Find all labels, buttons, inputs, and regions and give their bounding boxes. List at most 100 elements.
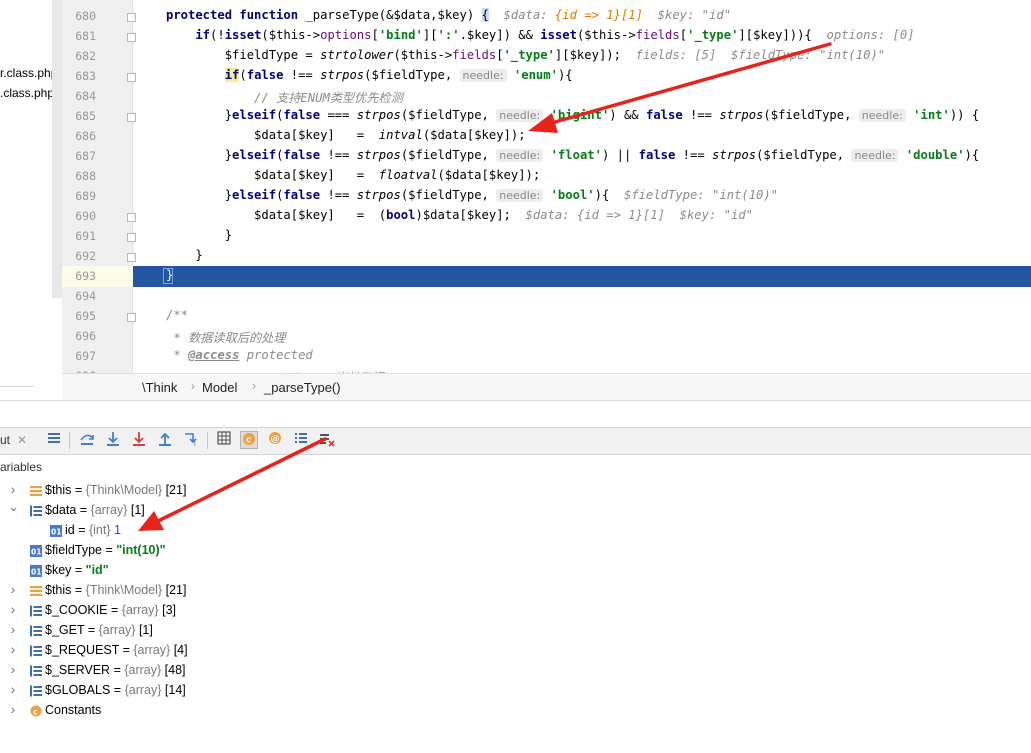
- variable-name: $fieldType: [45, 543, 102, 557]
- variable-row[interactable]: ⌄ $data = {array} [1]: [0, 499, 1031, 521]
- code-line[interactable]: }elseif(false !== strpos($fieldType, nee…: [166, 148, 979, 162]
- list-icon[interactable]: [292, 431, 310, 449]
- code-line[interactable]: if(!isset($this->options['bind'][':'.$ke…: [166, 28, 915, 42]
- code-token: @access: [188, 348, 240, 362]
- code-token: ($this->: [393, 48, 453, 62]
- panel-divider[interactable]: [52, 0, 62, 298]
- code-token: elseif: [232, 188, 277, 202]
- fold-marker-icon[interactable]: [127, 33, 136, 42]
- code-line[interactable]: }elseif(false !== strpos($fieldType, nee…: [166, 188, 778, 202]
- step-into-icon[interactable]: [104, 431, 122, 449]
- code-line[interactable]: if(false !== strpos($fieldType, needle: …: [166, 68, 573, 82]
- svg-text:01: 01: [31, 568, 41, 577]
- variable-row[interactable]: 01 $key = "id": [0, 561, 1031, 581]
- code-line[interactable]: }: [166, 228, 232, 242]
- chevron-right-icon[interactable]: ›: [8, 681, 18, 697]
- variable-name: $GLOBALS: [45, 683, 111, 697]
- code-token: strpos: [356, 108, 401, 122]
- run-to-cursor-icon[interactable]: I: [182, 431, 200, 449]
- code-line[interactable]: // 支持ENUM类型优先检测: [166, 88, 403, 106]
- chevron-down-icon[interactable]: ⌄: [8, 499, 19, 515]
- code-token: false: [246, 68, 284, 82]
- code-line[interactable]: $fieldType = strtolower($this->fields['_…: [166, 48, 885, 62]
- code-line[interactable]: }: [166, 248, 203, 262]
- code-line[interactable]: protected function _parseType(&$data,$ke…: [166, 8, 731, 22]
- code-token: }: [166, 248, 203, 262]
- fold-marker-icon[interactable]: [127, 313, 136, 322]
- code-token: fields: [452, 48, 497, 62]
- code-token: ($data[$key]);: [422, 128, 526, 142]
- project-file-item[interactable]: r.class.php: [0, 66, 57, 80]
- chevron-right-icon[interactable]: ›: [8, 601, 18, 617]
- close-tab-icon[interactable]: ✕: [13, 431, 31, 449]
- text-caret: [163, 268, 173, 284]
- variable-label: $GLOBALS = {array} [14]: [45, 683, 186, 697]
- chevron-right-icon[interactable]: ›: [8, 701, 18, 717]
- variable-type: {Think\Model}: [85, 483, 163, 497]
- variable-label: id = {int} 1: [65, 523, 121, 537]
- code-token: ){: [964, 148, 980, 162]
- variable-row[interactable]: 01 id = {int} 1: [0, 521, 1031, 541]
- fold-marker-icon[interactable]: [127, 113, 136, 122]
- clear-icon[interactable]: [318, 431, 336, 449]
- code-token: 'bool': [550, 188, 595, 202]
- debug-tab-label[interactable]: ut: [0, 433, 10, 447]
- fold-marker-icon[interactable]: [127, 13, 136, 22]
- step-out-icon[interactable]: [156, 431, 174, 449]
- code-token: [: [679, 28, 688, 42]
- evaluate-icon[interactable]: [215, 431, 233, 449]
- variable-row[interactable]: 01 $fieldType = "int(10)": [0, 541, 1031, 561]
- chevron-right-icon[interactable]: ›: [8, 641, 18, 657]
- breadcrumb-method[interactable]: _parseType(): [264, 380, 341, 395]
- code-line[interactable]: /**: [166, 308, 188, 322]
- fold-marker-icon[interactable]: [127, 213, 136, 222]
- variable-row[interactable]: › $GLOBALS = {array} [14]: [0, 681, 1031, 701]
- chevron-right-icon[interactable]: ›: [8, 661, 18, 677]
- inline-debug-value: options: [0]: [826, 28, 915, 42]
- toolbar-separator: [207, 432, 208, 449]
- breadcrumb-class[interactable]: Model: [202, 380, 237, 395]
- code-line[interactable]: $data[$key] = floatval($data[$key]);: [166, 168, 540, 182]
- variable-row[interactable]: › $_GET = {array} [1]: [0, 621, 1031, 641]
- console-icon[interactable]: c: [240, 431, 258, 449]
- debug-toolbar: ut ✕ I c @: [0, 427, 1031, 455]
- array-icon: [30, 605, 42, 617]
- code-token: false: [283, 188, 321, 202]
- code-token: {: [481, 8, 489, 22]
- current-line-highlight: [62, 266, 1031, 287]
- variable-row[interactable]: › c Constants: [0, 701, 1031, 721]
- variable-value: 1: [114, 523, 121, 537]
- code-line[interactable]: $data[$key] = intval($data[$key]);: [166, 128, 526, 142]
- fold-marker-icon[interactable]: [127, 253, 136, 262]
- variables-tree[interactable]: › $this = {Think\Model} [21] ⌄ $data = {arr…: [0, 479, 1031, 753]
- step-over-icon[interactable]: [78, 431, 96, 449]
- variable-row[interactable]: › $this = {Think\Model} [21]: [0, 481, 1031, 501]
- variable-row[interactable]: › $_COOKIE = {array} [3]: [0, 601, 1031, 621]
- variable-name: $_COOKIE: [45, 603, 108, 617]
- code-line[interactable]: * @access protected: [166, 348, 312, 362]
- chevron-right-icon[interactable]: ›: [8, 481, 18, 497]
- fold-marker-icon[interactable]: [127, 73, 136, 82]
- code-token: // 支持ENUM类型优先检测: [166, 91, 403, 105]
- force-step-into-icon[interactable]: [130, 431, 148, 449]
- chevron-right-icon[interactable]: ›: [8, 581, 18, 597]
- parameter-hint: needle:: [496, 189, 544, 202]
- code-token: strtolower: [320, 48, 394, 62]
- variable-row[interactable]: › $_SERVER = {array} [48]: [0, 661, 1031, 681]
- project-file-item[interactable]: .class.php: [0, 86, 54, 100]
- variable-row[interactable]: › $this = {Think\Model} [21]: [0, 581, 1031, 601]
- code-token: ($fieldType,: [400, 188, 497, 202]
- code-line[interactable]: $data[$key] = (bool)$data[$key]; $data: …: [166, 208, 753, 222]
- fold-marker-icon[interactable]: [127, 233, 136, 242]
- chevron-right-icon[interactable]: ›: [8, 621, 18, 637]
- watch-icon[interactable]: @: [266, 431, 284, 449]
- frames-icon[interactable]: [45, 431, 63, 449]
- code-token: !==: [320, 148, 357, 162]
- code-line[interactable]: * 数据读取后的处理: [166, 328, 285, 346]
- breadcrumb-namespace[interactable]: \Think: [142, 380, 177, 395]
- code-line[interactable]: }elseif(false === strpos($fieldType, nee…: [166, 108, 979, 122]
- code-token: if: [166, 28, 211, 42]
- variable-type: {array}: [90, 503, 128, 517]
- variable-row[interactable]: › $_REQUEST = {array} [4]: [0, 641, 1031, 661]
